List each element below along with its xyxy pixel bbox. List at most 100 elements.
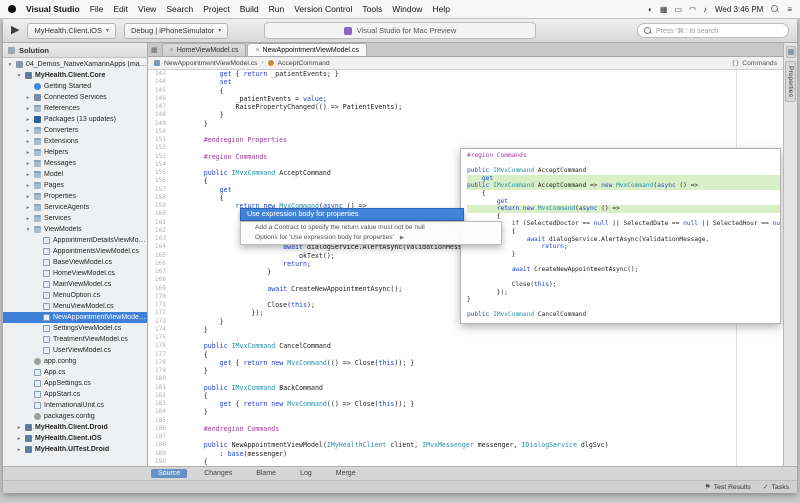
tree-item-connected-services[interactable]: ▸ Connected Services <box>3 92 147 103</box>
tree-item-internationalunit-cs[interactable]: InternationalUnit.cs <box>3 400 147 411</box>
disclosure-closed-icon[interactable]: ▸ <box>25 95 31 101</box>
footer-tab-source[interactable]: Source <box>151 469 188 478</box>
fix-option-use-expression-body[interactable]: Use expression body for properties <box>240 208 464 221</box>
tree-item-settingsviewmodel-cs[interactable]: SettingsViewModel.cs <box>3 323 147 334</box>
disclosure-closed-icon[interactable]: ▸ <box>16 425 22 431</box>
apple-menu-icon[interactable] <box>8 5 16 13</box>
menu-version-control[interactable]: Version Control <box>294 4 352 14</box>
menu-view[interactable]: View <box>138 4 156 14</box>
tree-item-converters[interactable]: ▸ Converters <box>3 125 147 136</box>
tree-item-appstart-cs[interactable]: AppStart.cs <box>3 389 147 400</box>
tree-item-userviewmodel-cs[interactable]: UserViewModel.cs <box>3 345 147 356</box>
tree-item-myhealth-client-core[interactable]: ▾ MyHealth.Client.Core <box>3 70 147 81</box>
close-tab-icon[interactable]: × <box>170 47 174 54</box>
tree-item-menuoption-cs[interactable]: MenuOption.cs <box>3 290 147 301</box>
tree-item-app-cs[interactable]: App.cs <box>3 367 147 378</box>
statusbar-tasks[interactable]: ✓ Tasks <box>763 483 789 492</box>
battery-icon[interactable]: ▭ <box>674 5 682 14</box>
rail-icon-tab[interactable] <box>785 46 796 58</box>
tree-item-serviceagents[interactable]: ▸ ServiceAgents <box>3 202 147 213</box>
footer-tab-merge[interactable]: Merge <box>329 469 363 478</box>
tree-item-helpers[interactable]: ▸ Helpers <box>3 147 147 158</box>
code-editor[interactable]: 143 get { return _patientEvents; } 144 se… <box>148 70 783 466</box>
menu-window[interactable]: Window <box>392 4 422 14</box>
disclosure-closed-icon[interactable]: ▸ <box>25 172 31 178</box>
disclosure-closed-icon[interactable]: ▸ <box>25 128 31 134</box>
tree-item-viewmodels[interactable]: ▾ ViewModels <box>3 224 147 235</box>
tree-item-menuviewmodel-cs[interactable]: MenuViewModel.cs <box>3 301 147 312</box>
breadcrumb-member[interactable]: AcceptCommand <box>278 60 330 67</box>
disclosure-closed-icon[interactable]: ▸ <box>25 106 31 112</box>
disclosure-closed-icon[interactable]: ▸ <box>25 139 31 145</box>
tree-item-mainviewmodel-cs[interactable]: MainViewModel.cs <box>3 279 147 290</box>
tree-item-getting-started[interactable]: Getting Started <box>3 81 147 92</box>
tree-item-services[interactable]: ▸ Services <box>3 213 147 224</box>
tree-item-properties[interactable]: ▸ Properties <box>3 191 147 202</box>
menu-edit[interactable]: Edit <box>113 4 128 14</box>
statusbar-test-results[interactable]: ⚑ Test Results <box>704 483 750 492</box>
tree-item-treatmentviewmodel-cs[interactable]: TreatmentViewModel.cs <box>3 334 147 345</box>
configuration-dropdown[interactable]: Debug | iPhoneSimulator ▾ <box>124 22 229 39</box>
wifi-icon[interactable]: ◠ <box>689 5 696 14</box>
disclosure-open-icon[interactable]: ▾ <box>25 227 31 233</box>
tree-item-newappointmentviewmodel-cs[interactable]: NewAppointmentViewModel.cs <box>3 312 147 323</box>
menu-app-name[interactable]: Visual Studio <box>26 4 80 14</box>
disclosure-open-icon[interactable]: ▾ <box>7 62 13 68</box>
menu-clock[interactable]: Wed 3:46 PM <box>715 5 763 14</box>
pad-toggle-icon[interactable]: ▦ <box>151 46 158 54</box>
grid-icon[interactable]: ▦ <box>660 5 668 14</box>
disclosure-closed-icon[interactable]: ▸ <box>25 216 31 222</box>
disclosure-closed-icon[interactable]: ▸ <box>16 436 22 442</box>
menu-help[interactable]: Help <box>432 4 449 14</box>
volume-icon[interactable]: ♪ <box>703 5 707 14</box>
tree-item-baseviewmodel-cs[interactable]: BaseViewModel.cs <box>3 257 147 268</box>
notification-center-icon[interactable]: ≡ <box>787 5 792 14</box>
fix-option-add-a-contract-to[interactable]: Add a Contract to specify the return val… <box>241 223 501 233</box>
disclosure-closed-icon[interactable]: ▸ <box>25 183 31 189</box>
run-button[interactable]: ▶ <box>11 25 19 36</box>
menu-tools[interactable]: Tools <box>362 4 382 14</box>
tree-item-extensions[interactable]: ▸ Extensions <box>3 136 147 147</box>
spotlight-icon[interactable] <box>771 5 779 13</box>
disclosure-closed-icon[interactable]: ▸ <box>25 150 31 156</box>
fix-option-options-for-use-expression[interactable]: Options for 'Use expression body for pro… <box>241 233 501 243</box>
tree-item-messages[interactable]: ▸ Messages <box>3 158 147 169</box>
tree-item-appsettings-cs[interactable]: AppSettings.cs <box>3 378 147 389</box>
disclosure-closed-icon[interactable]: ▸ <box>25 161 31 167</box>
disclosure-closed-icon[interactable]: ▸ <box>25 194 31 200</box>
display-icon[interactable]: ◐ <box>648 5 653 14</box>
target-project-dropdown[interactable]: MyHealth.Client.iOS ▾ <box>27 22 117 39</box>
disclosure-open-icon[interactable]: ▾ <box>16 73 22 79</box>
menu-run[interactable]: Run <box>269 4 285 14</box>
footer-tab-changes[interactable]: Changes <box>197 469 239 478</box>
tree-item-myhealth-client-ios[interactable]: ▸ MyHealth.Client.iOS <box>3 433 147 444</box>
breadcrumb-file[interactable]: NewAppointmentViewModel.cs <box>164 60 258 67</box>
tree-item-homeviewmodel-cs[interactable]: HomeViewModel.cs <box>3 268 147 279</box>
disclosure-closed-icon[interactable]: ▸ <box>25 205 31 211</box>
tree-item-myhealth-uitest-droid[interactable]: ▸ MyHealth.UITest.Droid <box>3 444 147 455</box>
tree-item-myhealth-client-droid[interactable]: ▸ MyHealth.Client.Droid <box>3 422 147 433</box>
footer-tab-blame[interactable]: Blame <box>249 469 283 478</box>
tree-item-pages[interactable]: ▸ Pages <box>3 180 147 191</box>
region-selector[interactable]: {} Commands <box>731 59 777 67</box>
tree-item-packages-13-updates[interactable]: ▸ Packages (13 updates) <box>3 114 147 125</box>
rail-tab-properties[interactable]: Properties <box>785 61 796 102</box>
disclosure-closed-icon[interactable]: ▸ <box>16 447 22 453</box>
menu-search[interactable]: Search <box>166 4 193 14</box>
tree-item-appointmentdetailsviewmodel-cs[interactable]: AppointmentDetailsViewModel.cs <box>3 235 147 246</box>
tree-item-04-demos-nativexamarinapps-master[interactable]: ▾ 04_Demos_NativeXamarinApps (master) <box>3 59 147 70</box>
menu-file[interactable]: File <box>90 4 104 14</box>
tab-homeviewmodel-cs[interactable]: × HomeViewModel.cs <box>161 43 247 56</box>
tree-item-packages-config[interactable]: packages.config <box>3 411 147 422</box>
footer-tab-log[interactable]: Log <box>293 469 319 478</box>
close-tab-icon[interactable]: × <box>255 47 259 54</box>
tree-item-model[interactable]: ▸ Model <box>3 169 147 180</box>
tab-newappointmentviewmodel-cs[interactable]: × NewAppointmentViewModel.cs <box>247 43 367 56</box>
menu-build[interactable]: Build <box>240 4 259 14</box>
tree-item-app-config[interactable]: app.config <box>3 356 147 367</box>
tree-item-references[interactable]: ▸ References <box>3 103 147 114</box>
menu-project[interactable]: Project <box>203 4 229 14</box>
global-search-field[interactable]: Press '⌘.' to search <box>637 23 789 38</box>
tree-item-appointmentsviewmodel-cs[interactable]: AppointmentsViewModel.cs <box>3 246 147 257</box>
disclosure-closed-icon[interactable]: ▸ <box>25 117 31 123</box>
